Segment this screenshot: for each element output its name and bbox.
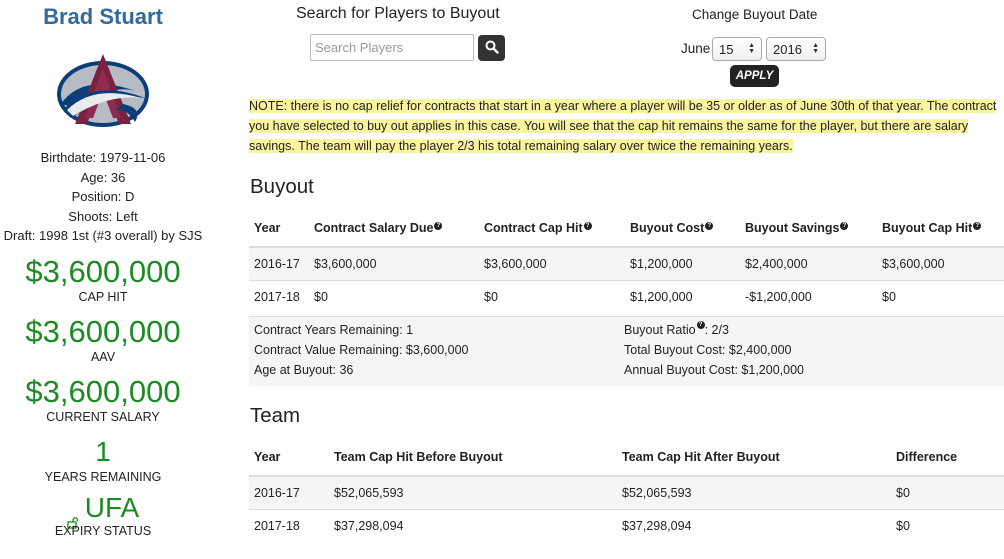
apply-button[interactable]: APPLY	[730, 65, 779, 87]
expiry-value-row: UFA	[0, 491, 206, 529]
unlock-icon	[67, 504, 79, 529]
cell-difference: $0	[891, 508, 1004, 542]
stat-cap-hit: $3,600,000 CAP HIT	[0, 254, 206, 304]
header-cap-before: Team Cap Hit Before Buyout	[329, 438, 617, 477]
years-value: 1	[95, 435, 111, 467]
cell-buyout-cost: $1,200,000	[625, 279, 740, 313]
month-label: June	[681, 41, 711, 56]
total-buyout-cost: Total Buyout Cost: $2,400,000	[624, 343, 792, 357]
aav-label: AAV	[90, 349, 116, 364]
header-buyout-cap-hit: Buyout Cap Hit?	[877, 209, 1004, 248]
buyout-section-title: Buyout	[250, 175, 314, 198]
expiry-label: EXPIRY STATUS	[54, 523, 152, 538]
table-row: 2016-17 $3,600,000 $3,600,000 $1,200,000…	[249, 247, 1004, 280]
cell-salary-due: $0	[309, 279, 479, 313]
salary-label: CURRENT SALARY	[46, 409, 160, 424]
team-section-title: Team	[250, 404, 301, 427]
player-birthdate: Birthdate: 1979-11-06	[40, 150, 166, 165]
cell-buyout-cap-hit: $3,600,000	[877, 247, 1004, 280]
stat-expiry-status: UFA EXPIRY STATUS	[0, 492, 206, 538]
cell-cap-before: $52,065,593	[329, 476, 617, 509]
header-year: Year	[249, 438, 329, 477]
question-icon[interactable]: ?	[973, 221, 982, 230]
search-icon	[485, 40, 499, 57]
question-icon[interactable]: ?	[696, 321, 705, 329]
cell-year: 2017-18	[249, 508, 329, 542]
cap-relief-note: NOTE: there is no cap relief for contrac…	[249, 96, 1004, 156]
question-icon[interactable]: ?	[840, 221, 849, 230]
year-value: 2016	[773, 41, 802, 57]
cap-hit-value: $3,600,000	[25, 253, 181, 289]
search-input[interactable]	[310, 34, 474, 61]
age-at-buyout: Age at Buyout: 36	[254, 363, 354, 377]
header-buyout-savings: Buyout Savings?	[740, 209, 877, 248]
cell-cap-hit: $3,600,000	[479, 247, 625, 280]
cell-year: 2017-18	[249, 279, 309, 313]
expiry-value: UFA	[84, 491, 140, 523]
question-icon[interactable]: ?	[705, 221, 714, 230]
team-logo	[53, 48, 153, 136]
stat-years-remaining: 1 YEARS REMAINING	[0, 434, 206, 484]
header-contract-salary-due: Contract Salary Due?	[309, 209, 479, 248]
contract-value-remaining: Contract Value Remaining: $3,600,000	[254, 343, 469, 357]
aav-value: $3,600,000	[25, 313, 181, 349]
buyout-table: Year Contract Salary Due? Contract Cap H…	[249, 209, 1004, 313]
up-down-arrows-icon: ▲ ▼	[812, 42, 819, 55]
day-value: 15	[719, 41, 734, 57]
summary-left: Contract Years Remaining: 1 Contract Val…	[254, 320, 469, 380]
cap-hit-label: CAP HIT	[78, 289, 128, 304]
cell-cap-after: $52,065,593	[617, 476, 891, 509]
cell-buyout-cost: $1,200,000	[625, 247, 740, 280]
stat-aav: $3,600,000 AAV	[0, 314, 206, 364]
search-title: Search for Players to Buyout	[296, 5, 500, 22]
question-icon[interactable]: ?	[583, 221, 592, 230]
cell-cap-before: $37,298,094	[329, 508, 617, 542]
header-year: Year	[249, 209, 309, 248]
year-select[interactable]: 2016 ▲ ▼	[766, 37, 826, 61]
contract-years-remaining: Contract Years Remaining: 1	[254, 323, 414, 337]
cell-cap-after: $37,298,094	[617, 508, 891, 542]
player-sidebar: Brad Stuart Birthdate: 1979-11-06 Age: 3…	[0, 0, 206, 538]
cell-salary-due: $3,600,000	[309, 247, 479, 280]
buyout-summary: Contract Years Remaining: 1 Contract Val…	[249, 316, 1004, 386]
player-name: Brad Stuart	[43, 4, 163, 29]
cell-buyout-savings: -$1,200,000	[740, 279, 877, 313]
up-down-arrows-icon: ▲ ▼	[748, 42, 755, 55]
header-buyout-cost: Buyout Cost?	[625, 209, 740, 248]
header-difference: Difference	[891, 438, 1004, 477]
cell-buyout-cap-hit: $0	[877, 279, 1004, 313]
cell-year: 2016-17	[249, 476, 329, 509]
player-age: Age: 36	[80, 169, 126, 185]
team-header-row: Year Team Cap Hit Before Buyout Team Cap…	[249, 438, 1004, 477]
table-row: 2017-18 $0 $0 $1,200,000 -$1,200,000 $0	[249, 279, 1004, 313]
table-row: 2016-17 $52,065,593 $52,065,593 $0	[249, 476, 1004, 509]
player-shoots: Shoots: Left	[68, 208, 138, 224]
cell-year: 2016-17	[249, 247, 309, 280]
cell-buyout-savings: $2,400,000	[740, 247, 877, 280]
years-label: YEARS REMAINING	[44, 469, 162, 484]
player-bio: Birthdate: 1979-11-06 Age: 36 Position: …	[0, 148, 206, 246]
header-contract-cap-hit: Contract Cap Hit?	[479, 209, 625, 248]
player-position: Position: D	[71, 189, 135, 205]
change-date-title: Change Buyout Date	[692, 7, 818, 22]
cell-cap-hit: $0	[479, 279, 625, 313]
header-cap-after: Team Cap Hit After Buyout	[617, 438, 891, 477]
player-draft: Draft: 1998 1st (#3 overall) by SJS	[3, 228, 203, 244]
day-select[interactable]: 15 ▲ ▼	[712, 37, 762, 61]
team-table: Year Team Cap Hit Before Buyout Team Cap…	[249, 438, 1004, 542]
summary-right: Buyout Ratio?: 2/3 Total Buyout Cost: $2…	[624, 320, 804, 380]
search-button[interactable]	[478, 35, 505, 61]
table-row: 2017-18 $37,298,094 $37,298,094 $0	[249, 508, 1004, 542]
buyout-ratio: Buyout Ratio?: 2/3	[624, 321, 729, 337]
annual-buyout-cost: Annual Buyout Cost: $1,200,000	[624, 363, 804, 377]
buyout-header-row: Year Contract Salary Due? Contract Cap H…	[249, 209, 1004, 248]
cell-difference: $0	[891, 476, 1004, 509]
note-text: NOTE: there is no cap relief for contrac…	[249, 99, 997, 153]
salary-value: $3,600,000	[25, 373, 181, 409]
stat-current-salary: $3,600,000 CURRENT SALARY	[0, 374, 206, 424]
question-icon[interactable]: ?	[434, 221, 443, 230]
